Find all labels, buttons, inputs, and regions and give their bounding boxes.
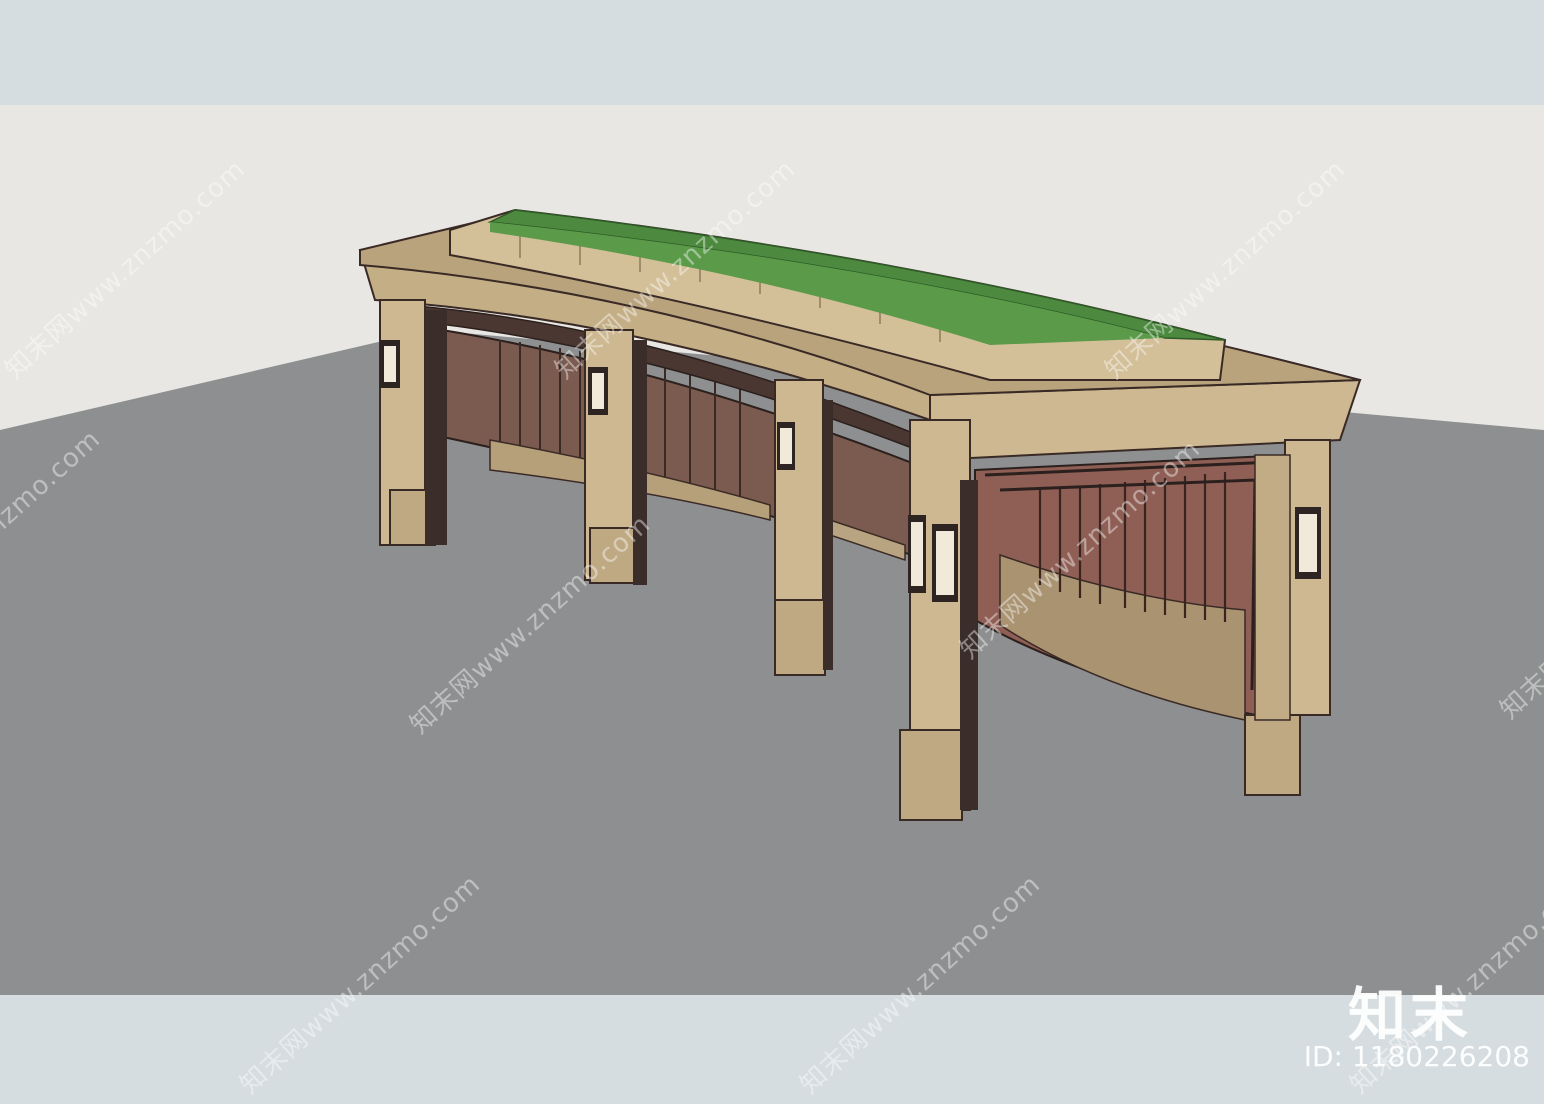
sky-band-top: [0, 0, 1544, 105]
scene-canvas: 知末网www.znzmo.com 知末网www.znzmo.com 知末网www…: [0, 0, 1544, 1100]
column-1: [379, 299, 447, 546]
model-viewport[interactable]: 知末网www.znzmo.com 知末网www.znzmo.com 知末网www…: [0, 0, 1544, 1100]
column-4: [899, 419, 978, 821]
image-id-label: ID: 1180226208: [1303, 1040, 1530, 1073]
